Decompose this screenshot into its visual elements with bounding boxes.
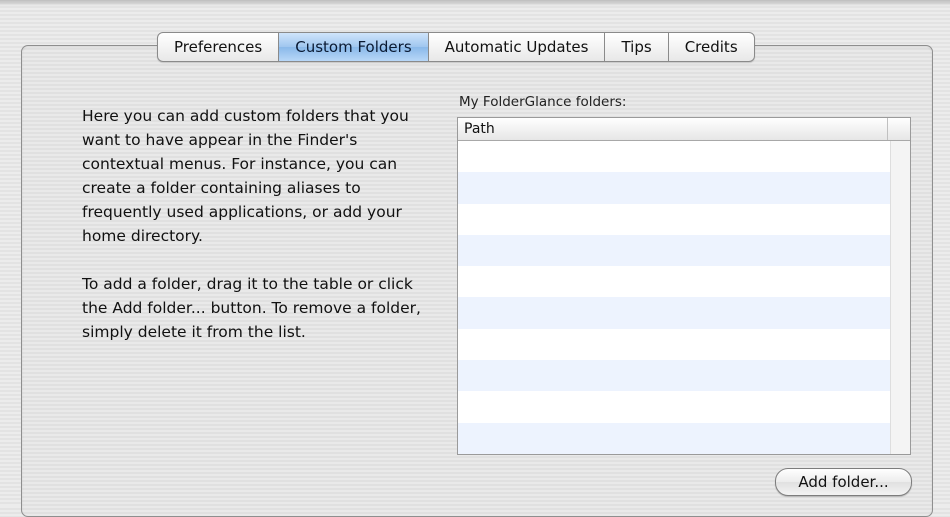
table-header-corner <box>889 118 910 140</box>
table-row[interactable] <box>458 204 890 235</box>
tab-preferences[interactable]: Preferences <box>158 33 280 61</box>
window-top-edge <box>0 0 950 6</box>
table-row[interactable] <box>458 266 890 297</box>
description-paragraph-2: To add a folder, drag it to the table or… <box>82 275 421 341</box>
table-row[interactable] <box>458 422 890 454</box>
vertical-scrollbar[interactable] <box>890 141 910 454</box>
table-row[interactable] <box>458 329 890 360</box>
column-header-path[interactable]: Path <box>458 118 888 140</box>
tab-credits[interactable]: Credits <box>669 33 754 61</box>
tab-bar: Preferences Custom Folders Automatic Upd… <box>157 32 755 62</box>
table-row[interactable] <box>458 391 890 422</box>
table-header: Path <box>458 118 910 141</box>
table-row[interactable] <box>458 297 890 329</box>
add-folder-button[interactable]: Add folder... <box>775 468 912 496</box>
description-text: Here you can add custom folders that you… <box>82 104 422 368</box>
tab-automatic-updates[interactable]: Automatic Updates <box>429 33 606 61</box>
table-row[interactable] <box>458 360 890 392</box>
tab-tips[interactable]: Tips <box>605 33 669 61</box>
folders-table-label: My FolderGlance folders: <box>459 94 627 110</box>
description-paragraph-1: Here you can add custom folders that you… <box>82 107 409 245</box>
tab-custom-folders[interactable]: Custom Folders <box>279 33 429 61</box>
table-row[interactable] <box>458 141 890 172</box>
table-rows <box>458 141 890 454</box>
table-row[interactable] <box>458 172 890 204</box>
table-row[interactable] <box>458 234 890 267</box>
folders-table[interactable]: Path <box>457 117 911 455</box>
